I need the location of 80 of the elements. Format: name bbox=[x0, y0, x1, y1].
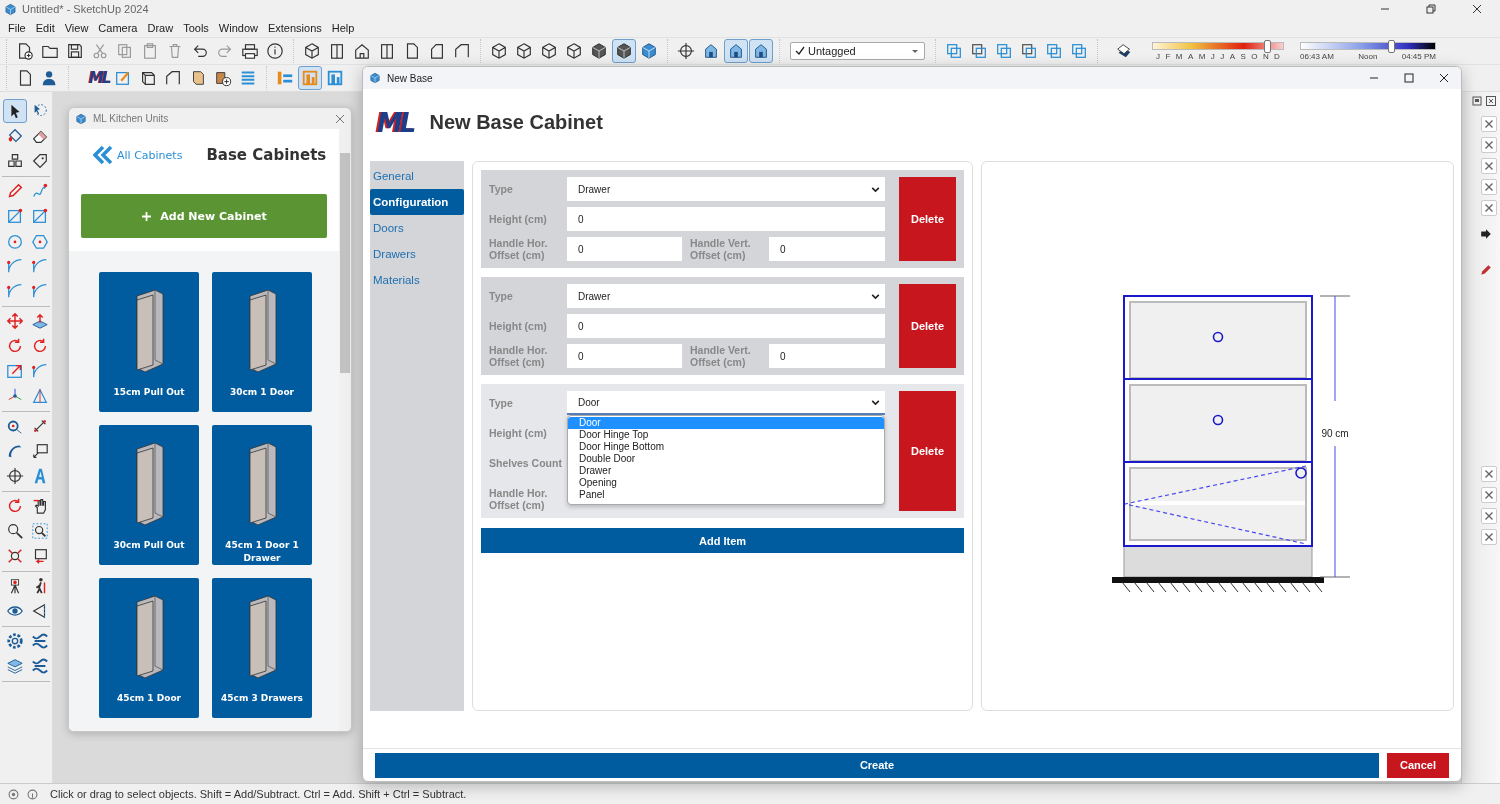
dropdown-option[interactable]: Opening bbox=[568, 477, 884, 489]
input-field[interactable]: 0 bbox=[769, 344, 885, 368]
slider-label: M bbox=[1175, 51, 1183, 61]
menu-item[interactable]: Extensions bbox=[262, 21, 327, 34]
cabinet-card[interactable]: 45cm 1 Door 1 Drawer bbox=[212, 425, 312, 565]
input-field[interactable]: 0 bbox=[769, 237, 885, 261]
menu-item[interactable]: File bbox=[3, 21, 31, 34]
dialog-title: New Base bbox=[387, 72, 434, 84]
logo: ML bbox=[377, 107, 414, 138]
dropdown-option[interactable]: Panel bbox=[568, 489, 884, 501]
delete-button[interactable]: Delete bbox=[899, 391, 956, 511]
add-cabinet-button[interactable]: Add New Cabinet bbox=[81, 194, 327, 238]
slider-label: J bbox=[1220, 51, 1225, 61]
menu-item[interactable]: Help bbox=[326, 21, 360, 34]
slider-label: O bbox=[1251, 51, 1258, 61]
field-label: Type bbox=[489, 183, 514, 195]
cabinet-card[interactable]: 30cm Pull Out bbox=[99, 425, 199, 565]
field-label: Height (cm) bbox=[489, 320, 548, 332]
dimension-label: 90 cm bbox=[1321, 428, 1349, 439]
menu-item[interactable]: Edit bbox=[30, 21, 60, 34]
slider-label: A bbox=[1229, 51, 1235, 61]
dialog-heading: New Base Cabinet bbox=[429, 111, 603, 134]
menu-item[interactable]: Tools bbox=[178, 21, 214, 34]
cabinet-card[interactable]: 15cm Pull Out bbox=[99, 272, 199, 412]
slider-label: A bbox=[1187, 51, 1194, 61]
slider-label: M bbox=[1198, 51, 1206, 61]
tag-dropdown[interactable]: Untagged bbox=[790, 42, 925, 60]
slider-label: 04:45 PM bbox=[1401, 51, 1436, 61]
input-field[interactable]: 0 bbox=[567, 344, 682, 368]
field-label: Height (cm) bbox=[489, 213, 548, 225]
field-label: Handle Hor. Offset (cm) bbox=[489, 344, 549, 368]
cabinet-card[interactable]: 45cm 3 Drawers bbox=[212, 578, 312, 718]
slider-label: S bbox=[1240, 51, 1246, 61]
input-field[interactable]: 0 bbox=[567, 237, 682, 261]
nav-tab[interactable]: Drawers bbox=[370, 241, 464, 267]
type-dropdown[interactable]: Drawer bbox=[567, 177, 885, 201]
panel-title: ML Kitchen Units bbox=[93, 113, 170, 124]
slider-label: Noon bbox=[1358, 51, 1378, 61]
menu-item[interactable]: Window bbox=[213, 21, 263, 34]
panel-heading: Base Cabinets bbox=[206, 146, 327, 164]
back-link[interactable]: All Cabinets bbox=[93, 145, 183, 165]
dropdown-option[interactable]: Drawer bbox=[568, 465, 884, 477]
slider-label: N bbox=[1262, 51, 1269, 61]
input-field[interactable]: 0 bbox=[567, 207, 885, 231]
slider-label: F bbox=[1165, 51, 1171, 61]
slider-label: 06:43 AM bbox=[1300, 51, 1334, 61]
field-label: Type bbox=[489, 397, 514, 409]
nav-tab[interactable]: Doors bbox=[370, 215, 464, 241]
menu-item[interactable]: Camera bbox=[93, 21, 143, 34]
slider-label: J bbox=[1210, 51, 1215, 61]
cancel-button[interactable]: Cancel bbox=[1387, 752, 1449, 778]
input-field[interactable]: 0 bbox=[567, 314, 885, 338]
field-label: Handle Vert. Offset (cm) bbox=[689, 344, 752, 368]
nav-tab[interactable]: Configuration bbox=[370, 189, 464, 215]
delete-button[interactable]: Delete bbox=[899, 284, 956, 368]
field-label: Handle Hor. Offset (cm) bbox=[489, 487, 549, 511]
dropdown-option[interactable]: Double Door bbox=[568, 453, 884, 465]
create-button[interactable]: Create bbox=[375, 752, 1379, 778]
field-label: Shelves Count bbox=[489, 457, 563, 469]
cabinet-card[interactable]: 30cm 1 Door bbox=[212, 272, 312, 412]
field-label: Handle Vert. Offset (cm) bbox=[689, 237, 752, 261]
window-title: Untitled* - SketchUp 2024 bbox=[22, 3, 149, 15]
nav-tab[interactable]: Materials bbox=[370, 267, 464, 293]
menu-item[interactable]: View bbox=[59, 21, 94, 34]
menu-item[interactable]: Draw bbox=[142, 21, 179, 34]
dropdown-option[interactable]: Door Hinge Top bbox=[568, 429, 884, 441]
logo[interactable]: ML bbox=[89, 69, 110, 87]
status-text: Click or drag to select objects. Shift = Add/Subtract. Ctrl = Add. Shift + Ctrl = Subtract. bbox=[50, 788, 467, 800]
type-dropdown[interactable]: Door bbox=[567, 391, 885, 415]
field-label: Handle Hor. Offset (cm) bbox=[489, 237, 549, 261]
cabinet-card[interactable]: 45cm 1 Door bbox=[99, 578, 199, 718]
add-item-button[interactable]: Add Item bbox=[481, 528, 964, 553]
field-label: Type bbox=[489, 290, 514, 302]
type-dropdown[interactable]: Drawer bbox=[567, 284, 885, 308]
dropdown-option[interactable]: Door Hinge Bottom bbox=[568, 441, 884, 453]
slider-label: D bbox=[1274, 51, 1280, 61]
field-label: Height (cm) bbox=[489, 427, 548, 439]
nav-tab[interactable]: General bbox=[370, 163, 464, 189]
slider-label: J bbox=[1156, 51, 1160, 61]
delete-button[interactable]: Delete bbox=[899, 177, 956, 261]
